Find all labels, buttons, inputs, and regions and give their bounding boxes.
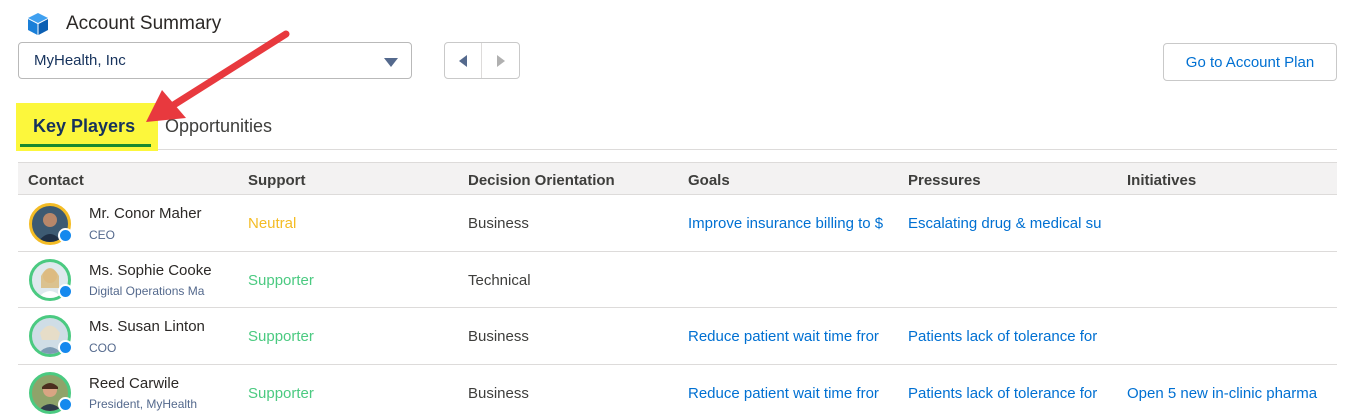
contact-name[interactable]: Ms. Sophie Cooke <box>89 262 212 279</box>
goal-link[interactable]: Reduce patient wait time fror <box>688 328 888 345</box>
record-pager <box>444 42 520 79</box>
contact-name[interactable]: Mr. Conor Maher <box>89 205 202 222</box>
tab-key-players[interactable]: Key Players <box>16 103 158 151</box>
column-header-initiatives[interactable]: Initiatives <box>1127 172 1196 189</box>
contact-badge-icon <box>58 397 73 412</box>
initiative-link[interactable]: Open 5 new in-clinic pharma <box>1127 385 1333 402</box>
account-select-value: MyHealth, Inc <box>34 52 126 69</box>
column-header-goals[interactable]: Goals <box>688 172 730 189</box>
support-value: Supporter <box>248 272 314 289</box>
contact-title: President, MyHealth <box>89 397 198 411</box>
go-to-account-plan-button[interactable]: Go to Account Plan <box>1163 43 1337 81</box>
column-header-pressures[interactable]: Pressures <box>908 172 981 189</box>
contact-title: COO <box>89 341 117 355</box>
orientation-value: Business <box>468 385 529 402</box>
page-title: Account Summary <box>66 13 222 34</box>
orientation-value: Technical <box>468 272 531 289</box>
table-row[interactable]: Ms. Sophie Cooke Digital Operations Ma S… <box>18 252 1337 308</box>
cube-icon <box>28 13 48 35</box>
account-select[interactable]: MyHealth, Inc <box>18 42 412 79</box>
chevron-right-icon <box>496 54 505 67</box>
contact-title: CEO <box>89 228 116 242</box>
pressure-link[interactable]: Patients lack of tolerance for <box>908 385 1108 402</box>
contact-badge-icon <box>58 340 73 355</box>
support-value: Supporter <box>248 385 314 402</box>
previous-button[interactable] <box>445 43 483 78</box>
support-value: Neutral <box>248 215 297 232</box>
column-header-decision-orientation[interactable]: Decision Orientation <box>468 172 615 189</box>
chevron-left-icon <box>459 54 467 67</box>
orientation-value: Business <box>468 328 529 345</box>
active-tab-indicator <box>20 144 151 147</box>
goal-link[interactable]: Improve insurance billing to $ <box>688 215 888 232</box>
pressure-link[interactable]: Escalating drug & medical su <box>908 215 1108 232</box>
contact-badge-icon <box>58 284 73 299</box>
column-header-support[interactable]: Support <box>248 172 306 189</box>
table-row[interactable]: Reed Carwile President, MyHealth Support… <box>18 365 1337 418</box>
column-header-contact[interactable]: Contact <box>28 172 84 189</box>
tab-opportunities[interactable]: Opportunities <box>165 116 272 137</box>
contact-name[interactable]: Reed Carwile <box>89 375 179 392</box>
contact-title: Digital Operations Ma <box>89 284 205 298</box>
chevron-down-icon <box>384 58 398 67</box>
tab-bar: Key Players Opportunities <box>16 103 1337 151</box>
next-button[interactable] <box>482 43 519 78</box>
pressure-link[interactable]: Patients lack of tolerance for <box>908 328 1108 345</box>
page-header: Account Summary <box>26 10 221 38</box>
table-header: Contact Support Decision Orientation Goa… <box>18 162 1337 195</box>
table-row[interactable]: Mr. Conor Maher CEO Neutral Business Imp… <box>18 195 1337 252</box>
orientation-value: Business <box>468 215 529 232</box>
support-value: Supporter <box>248 328 314 345</box>
tab-key-players-label: Key Players <box>33 116 136 136</box>
goal-link[interactable]: Reduce patient wait time fror <box>688 385 888 402</box>
table-row[interactable]: Ms. Susan Linton COO Supporter Business … <box>18 308 1337 365</box>
contact-badge-icon <box>58 228 73 243</box>
contact-name[interactable]: Ms. Susan Linton <box>89 318 205 335</box>
